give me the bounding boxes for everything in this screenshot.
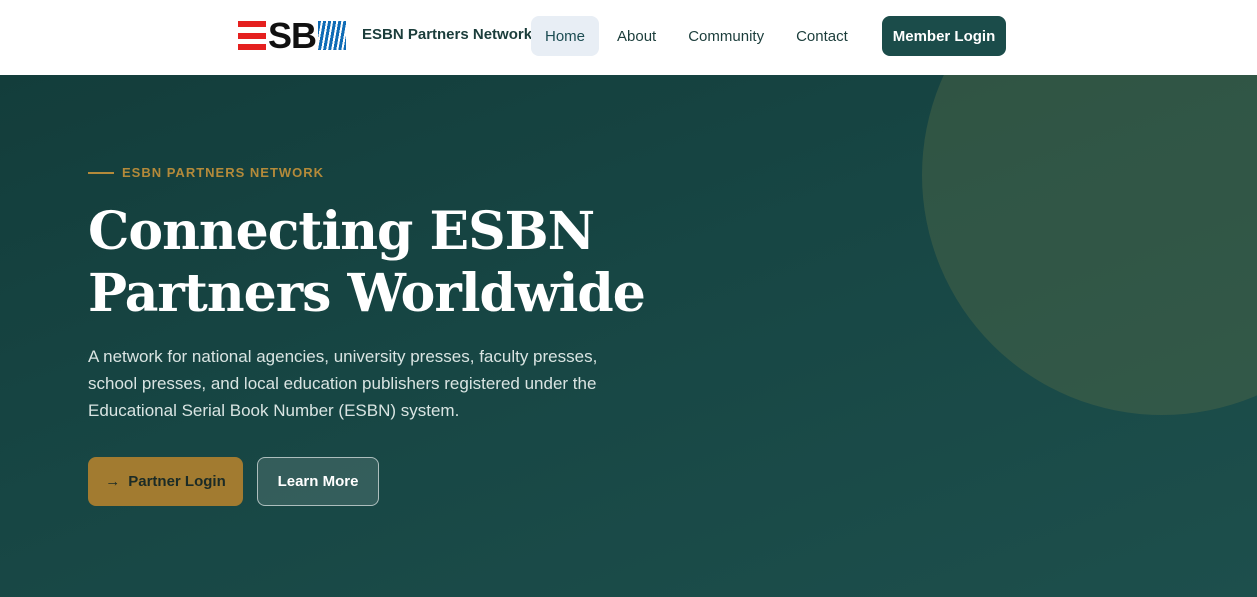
learn-more-button[interactable]: Learn More [257,457,379,506]
hero-eyebrow: ESBN PARTNERS NETWORK [88,165,324,180]
nav-contact[interactable]: Contact [782,16,862,56]
hero-section: ESBN PARTNERS NETWORK Connecting ESBN Pa… [0,75,1257,597]
eyebrow-text: ESBN PARTNERS NETWORK [122,165,325,180]
nav-community[interactable]: Community [674,16,778,56]
eyebrow-line [88,171,114,174]
logo-red-bars [238,21,266,50]
partner-login-button[interactable]: → Partner Login [88,457,243,506]
esbn-logo[interactable]: SB [238,15,347,56]
nav-about[interactable]: About [603,16,670,56]
arrow-right-icon: → [105,473,121,490]
site-header: SB ESBN Partners Network Home About Comm… [0,0,1257,75]
decorative-circle [922,75,1257,415]
nav-home[interactable]: Home [531,16,600,56]
main-nav: Home About Community Contact [531,16,862,56]
logo-text: SB [268,15,317,56]
hero-description: A network for national agencies, univers… [88,347,598,420]
logo-blue-stripes [318,21,347,50]
partner-login-label: Partner Login [128,473,226,490]
headline-line-2: Partners Worldwide [88,263,646,324]
brand-name[interactable]: ESBN Partners Network [362,26,532,43]
headline-line-1: Connecting ESBN [88,201,595,262]
hero-headline: Connecting ESBN Partners Worldwide [88,201,688,325]
member-login-button[interactable]: Member Login [882,16,1006,56]
